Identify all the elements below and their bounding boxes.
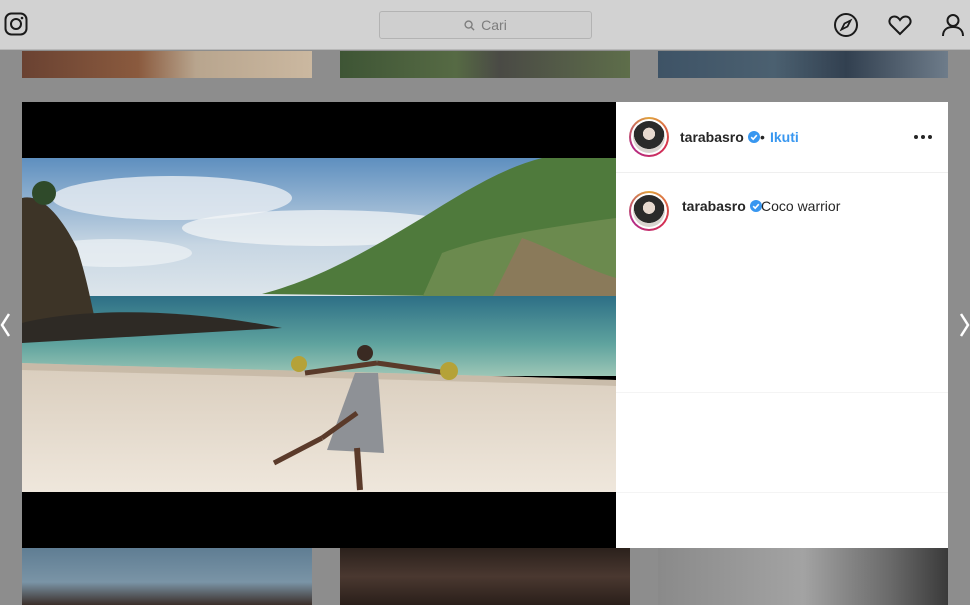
grid-thumbnail[interactable] — [22, 51, 312, 78]
caption-username-text[interactable]: tarabasro — [682, 198, 746, 214]
post-modal: tarabasro • Ikuti tarabasro Coco warrior — [22, 102, 948, 548]
post-details-panel: tarabasro • Ikuti tarabasro Coco warrior — [616, 102, 948, 548]
follow-button[interactable]: Ikuti — [770, 129, 799, 145]
caption-avatar[interactable] — [629, 191, 669, 231]
post-header: tarabasro • Ikuti — [616, 102, 948, 173]
instagram-logo-icon[interactable] — [4, 12, 28, 36]
post-username[interactable]: tarabasro — [680, 129, 760, 145]
caption-username[interactable]: tarabasro — [682, 198, 762, 214]
grid-thumbnail[interactable] — [340, 548, 630, 605]
divider — [616, 492, 948, 493]
grid-thumbnail[interactable] — [658, 548, 948, 605]
verified-badge-icon — [747, 131, 760, 143]
previous-post-arrow-icon[interactable] — [0, 312, 12, 338]
grid-thumbnail[interactable] — [658, 51, 948, 78]
post-photo[interactable] — [22, 158, 616, 492]
top-navbar: Cari — [0, 0, 970, 50]
username-text[interactable]: tarabasro — [680, 129, 744, 145]
search-input[interactable]: Cari — [379, 11, 592, 39]
separator-dot: • — [760, 129, 765, 145]
profile-icon[interactable] — [940, 12, 966, 38]
heart-icon[interactable] — [887, 12, 913, 38]
next-post-arrow-icon[interactable] — [958, 312, 970, 338]
caption-text: Coco warrior — [761, 198, 841, 214]
more-options-icon[interactable] — [914, 127, 932, 147]
avatar[interactable] — [629, 117, 669, 157]
divider — [616, 392, 948, 393]
grid-thumbnail[interactable] — [22, 548, 312, 605]
grid-thumbnail[interactable] — [340, 51, 630, 78]
search-icon — [464, 19, 475, 31]
post-media — [22, 102, 616, 548]
compass-icon[interactable] — [833, 12, 859, 38]
verified-badge-icon — [749, 200, 762, 212]
search-placeholder: Cari — [481, 17, 507, 33]
